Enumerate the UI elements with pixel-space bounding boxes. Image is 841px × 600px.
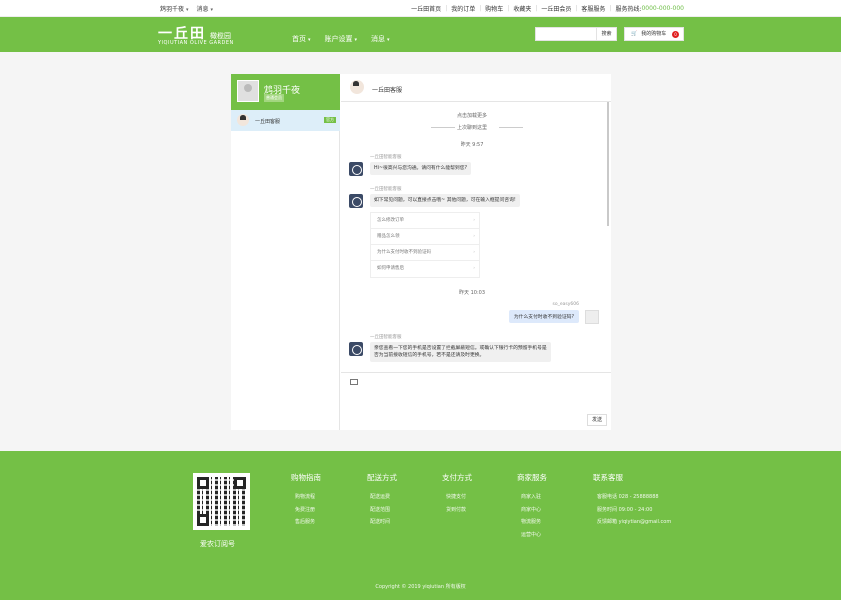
footer-link[interactable]: 配送时间: [367, 518, 397, 525]
nav-home[interactable]: 首页 ▾: [292, 34, 311, 44]
hotline-label: 服务热线:: [615, 6, 642, 13]
cart-icon: 🛒: [631, 31, 638, 37]
footer-link[interactable]: 配送运费: [367, 493, 397, 500]
footer-link[interactable]: 运营中心: [517, 531, 547, 538]
contact-item[interactable]: 一丘田客服 官方: [231, 110, 340, 131]
message-input[interactable]: 发送: [341, 372, 611, 430]
nav-messages[interactable]: 消息 ▾: [371, 34, 390, 44]
hotline-number: 0000-000-000: [641, 5, 684, 12]
footer-link[interactable]: 快捷支付: [442, 493, 472, 500]
member-badge: 普通会员: [264, 94, 284, 102]
load-more-link[interactable]: 点击加载更多: [341, 112, 603, 119]
faq-list: 怎么修改订单 › 赠品怎么领 › 为什么支付时收不到验证码 › 如何申请售后 ›: [370, 212, 480, 278]
chat-header: 一丘田客服: [341, 74, 611, 102]
cart-button[interactable]: 🛒 我的购物车 0: [624, 27, 684, 41]
chevron-right-icon: ›: [473, 250, 475, 255]
footer-link[interactable]: 商家中心: [517, 506, 547, 513]
bot-avatar: [349, 162, 363, 176]
footer-col-shopping-guide: 购物指南 购物流程 免费注册 售后服务: [291, 473, 321, 525]
chat-title: 一丘田客服: [372, 87, 403, 94]
main-nav: 首页 ▾ 账户设置 ▾ 消息 ▾: [292, 34, 390, 44]
history-divider: 上次聊到这里: [456, 125, 487, 131]
footer-col-delivery: 配送方式 配送运费 配送范围 配送时间: [367, 473, 397, 525]
avatar: [237, 114, 249, 126]
footer-col-payment: 支付方式 快捷支付 货到付款: [442, 473, 472, 513]
my-avatar: [585, 310, 599, 324]
chevron-down-icon: ▾: [210, 7, 214, 13]
sender-name: 一丘田智能客服: [370, 187, 402, 192]
link-favorites[interactable]: 收藏夹: [513, 4, 531, 13]
footer-link[interactable]: 商家入驻: [517, 493, 547, 500]
chevron-down-icon: ▾: [387, 37, 390, 43]
send-button[interactable]: 发送: [587, 414, 607, 426]
official-badge: 官方: [324, 117, 336, 123]
footer-col-merchant: 商家服务 商家入驻 商家中心 物流服务 运营中心: [517, 473, 547, 538]
chat-sidebar: 鸩羽千夜 普通会员 一丘田客服 官方: [231, 74, 340, 430]
image-icon[interactable]: [350, 379, 358, 385]
chevron-right-icon: ›: [473, 266, 475, 271]
scrollbar[interactable]: [607, 102, 609, 226]
footer-link[interactable]: 货到付款: [442, 506, 472, 513]
bot-avatar: [349, 342, 363, 356]
message-bubble: 如下常见问题，可以直接点击哦~ 其他问题，可在输入框提问咨询!: [370, 194, 520, 207]
chevron-right-icon: ›: [473, 218, 475, 223]
nav-account-settings[interactable]: 账户设置 ▾: [325, 34, 358, 44]
user-profile-header: 鸩羽千夜 普通会员: [231, 74, 340, 110]
chevron-down-icon: ▾: [186, 7, 189, 13]
link-home[interactable]: 一丘田首页: [411, 4, 441, 13]
link-member[interactable]: 一丘田会员: [541, 4, 571, 13]
faq-item[interactable]: 为什么支付时收不到验证码 ›: [371, 245, 479, 261]
logo[interactable]: 一丘田 橄榄园 YIQIUTIAN OLIVE GARDEN: [158, 23, 238, 47]
footer-link[interactable]: 免费注册: [291, 506, 321, 513]
faq-item[interactable]: 赠品怎么领 ›: [371, 229, 479, 245]
chat-main: 一丘田客服 点击加载更多 上次聊到这里 昨天 9:57 一丘田智能客服 Hi~很…: [341, 74, 611, 430]
messages-menu[interactable]: 消息 ▾: [197, 4, 214, 13]
user-menu[interactable]: 鸩羽千夜 ▾: [160, 4, 189, 13]
chevron-down-icon: ▾: [354, 37, 358, 43]
footer-col-contact: 联系客服 客服电话 028 - 25888888 服务时间 09:00 - 24…: [593, 473, 672, 525]
copyright: Copyright © 2019 yiqiutian 所有版权: [375, 584, 466, 590]
faq-item[interactable]: 怎么修改订单 ›: [371, 213, 479, 229]
top-bar: 鸩羽千夜 ▾ 消息 ▾ 一丘田首页 | 我的订单 | 购物车 | 收藏夹 | 一丘田会员 | …: [0, 0, 841, 17]
message-list[interactable]: 点击加载更多 上次聊到这里 昨天 9:57 一丘田智能客服 Hi~很高兴与您沟通…: [341, 102, 611, 372]
qr-code: [193, 473, 250, 530]
message-bubble: 亲您查看一下您的手机是否设置了拦截屏蔽短信。或确认下银行卡的预留手机号是 否为当…: [370, 342, 551, 362]
contact-hours: 服务时间 09:00 - 24:00: [597, 506, 653, 513]
search-input[interactable]: 搜索: [535, 27, 617, 41]
link-service[interactable]: 客服服务: [581, 4, 605, 13]
my-message-bubble: 为什么支付时收不到验证码?: [508, 310, 579, 323]
bot-avatar: [349, 194, 363, 208]
link-cart[interactable]: 购物车: [485, 4, 503, 13]
avatar: [237, 80, 259, 102]
main-header: 一丘田 橄榄园 YIQIUTIAN OLIVE GARDEN 首页 ▾ 账户设置 ▾…: [0, 17, 841, 52]
qr-caption: 爱农订阅号: [200, 540, 235, 548]
contact-email[interactable]: 反馈邮箱 yiqiytian@gmail.com: [593, 518, 671, 525]
chevron-right-icon: ›: [473, 234, 475, 239]
sender-name: so_easy606: [552, 302, 579, 307]
sender-name: 一丘田智能客服: [370, 335, 402, 340]
footer: 爱农订阅号 购物指南 购物流程 免费注册 售后服务 配送方式 配送运费 配送范围…: [0, 451, 841, 600]
chat-window: 鸩羽千夜 普通会员 一丘田客服 官方 一丘田客服 点击加载更多 上次聊到这里 昨…: [231, 74, 611, 430]
footer-link[interactable]: 售后服务: [291, 518, 321, 525]
sender-name: 一丘田智能客服: [370, 155, 402, 160]
timestamp: 昨天 9:57: [460, 142, 484, 148]
message-bubble: Hi~很高兴与您沟通。请问有什么能帮到您?: [370, 162, 472, 175]
search-button[interactable]: 搜索: [596, 28, 616, 40]
contact-name: 一丘田客服: [255, 119, 281, 125]
chevron-down-icon: ▾: [308, 37, 311, 43]
link-orders[interactable]: 我的订单: [451, 4, 475, 13]
footer-link[interactable]: 购物流程: [291, 493, 321, 500]
timestamp: 昨天 10:03: [459, 290, 485, 296]
footer-link[interactable]: 物流服务: [517, 518, 547, 525]
contact-phone: 客服电话 028 - 25888888: [597, 494, 659, 500]
faq-item[interactable]: 如何申请售后 ›: [371, 261, 479, 277]
avatar: [350, 80, 364, 94]
cart-count-badge: 0: [672, 31, 679, 38]
footer-link[interactable]: 配送范围: [367, 506, 397, 513]
